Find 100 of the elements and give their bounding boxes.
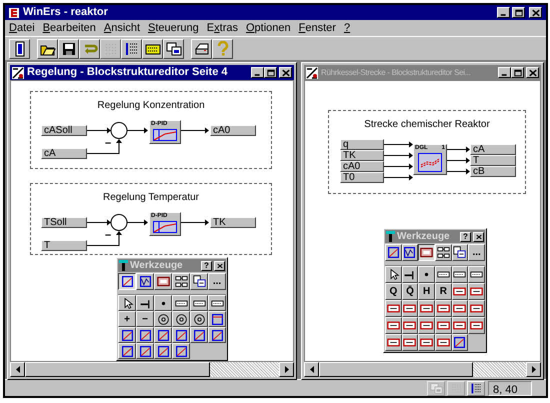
tool-button[interactable] bbox=[136, 295, 154, 311]
tool-button[interactable] bbox=[118, 295, 136, 311]
scroll-thumb[interactable] bbox=[25, 362, 210, 377]
tool-button[interactable] bbox=[402, 317, 418, 334]
tool-button[interactable] bbox=[468, 300, 485, 317]
maximize-button[interactable] bbox=[511, 67, 524, 78]
tool-button[interactable] bbox=[172, 327, 190, 343]
scroll-thumb[interactable] bbox=[319, 362, 474, 377]
tool-button[interactable] bbox=[402, 266, 418, 283]
tool-button[interactable] bbox=[418, 317, 435, 334]
tool-button[interactable] bbox=[385, 334, 402, 351]
toolbar-button[interactable] bbox=[142, 38, 163, 58]
tool-button[interactable] bbox=[118, 343, 136, 359]
tool-button[interactable] bbox=[136, 327, 154, 343]
tool-button[interactable] bbox=[452, 300, 468, 317]
close-button[interactable] bbox=[529, 7, 542, 18]
toolbar-button[interactable] bbox=[212, 38, 233, 58]
palette-tab[interactable] bbox=[418, 244, 435, 261]
toolbar-button[interactable] bbox=[163, 38, 184, 58]
tool-button[interactable] bbox=[434, 317, 452, 334]
toolbar-button[interactable] bbox=[79, 38, 100, 58]
close-button[interactable] bbox=[473, 232, 484, 242]
minimize-button[interactable] bbox=[498, 67, 511, 78]
minimize-button[interactable] bbox=[251, 67, 264, 78]
menu-item[interactable]: Extras bbox=[206, 20, 238, 36]
block-icon bbox=[420, 319, 434, 332]
maximize-button[interactable] bbox=[512, 7, 525, 18]
toolbar-button[interactable] bbox=[58, 38, 79, 58]
horizontal-scrollbar[interactable] bbox=[304, 362, 541, 377]
tool-button[interactable] bbox=[154, 327, 172, 343]
tool-button[interactable] bbox=[434, 266, 452, 283]
tool-button[interactable] bbox=[172, 295, 190, 311]
tool-button[interactable] bbox=[190, 311, 208, 327]
tool-button[interactable] bbox=[154, 311, 172, 327]
menu-item[interactable]: Steuerung bbox=[148, 20, 199, 36]
tool-button[interactable] bbox=[385, 266, 402, 283]
tool-button[interactable] bbox=[385, 317, 402, 334]
tool-button[interactable]: R bbox=[434, 283, 452, 300]
scroll-left-button[interactable] bbox=[304, 362, 319, 377]
tool-button[interactable] bbox=[190, 295, 208, 311]
palette-tab[interactable]: ... bbox=[468, 244, 485, 261]
scroll-right-button[interactable] bbox=[526, 362, 541, 377]
tool-button[interactable] bbox=[418, 300, 435, 317]
maximize-button[interactable] bbox=[264, 67, 277, 78]
tool-button[interactable] bbox=[208, 327, 226, 343]
tool-button[interactable] bbox=[452, 317, 468, 334]
toolbar-button[interactable] bbox=[191, 38, 212, 58]
tool-button[interactable] bbox=[418, 334, 435, 351]
menu-item[interactable]: Optionen bbox=[246, 20, 291, 36]
tool-button[interactable] bbox=[154, 343, 172, 359]
tool-button[interactable] bbox=[468, 266, 485, 283]
scroll-right-button[interactable] bbox=[279, 362, 294, 377]
tool-button[interactable] bbox=[468, 317, 485, 334]
tool-button[interactable] bbox=[208, 311, 226, 327]
connector-arrow bbox=[446, 146, 470, 152]
tool-button[interactable] bbox=[418, 266, 435, 283]
tool-button[interactable] bbox=[434, 300, 452, 317]
tool-button[interactable] bbox=[154, 295, 172, 311]
tool-button[interactable] bbox=[190, 327, 208, 343]
tool-button[interactable]: Q bbox=[385, 283, 402, 300]
close-button[interactable] bbox=[279, 67, 292, 78]
tool-button[interactable] bbox=[172, 343, 190, 359]
minimize-button[interactable] bbox=[497, 7, 510, 18]
tool-button[interactable] bbox=[452, 283, 468, 300]
horizontal-scrollbar[interactable] bbox=[10, 362, 294, 377]
step-response-icon bbox=[153, 221, 177, 233]
menu-item[interactable]: ? bbox=[344, 20, 350, 36]
tool-button[interactable] bbox=[402, 300, 418, 317]
tool-button[interactable] bbox=[385, 300, 402, 317]
tool-button[interactable] bbox=[452, 266, 468, 283]
help-button[interactable]: ? bbox=[460, 232, 471, 242]
menu-item[interactable]: Datei bbox=[9, 20, 35, 36]
menu-item[interactable]: Bearbeiten bbox=[42, 20, 96, 36]
tool-button[interactable] bbox=[402, 334, 418, 351]
close-button[interactable] bbox=[526, 67, 539, 78]
tool-button[interactable] bbox=[452, 334, 468, 351]
palette-tab[interactable]: ... bbox=[208, 273, 226, 290]
chart-icon bbox=[138, 328, 152, 342]
menu-item[interactable]: Ansicht bbox=[104, 20, 140, 36]
tool-button[interactable] bbox=[434, 334, 452, 351]
toolbar-button[interactable] bbox=[121, 38, 142, 58]
close-button[interactable] bbox=[214, 260, 225, 270]
tool-button[interactable] bbox=[118, 327, 136, 343]
scroll-left-button[interactable] bbox=[10, 362, 25, 377]
tool-button[interactable]: Q̄ bbox=[402, 283, 418, 300]
tool-button[interactable] bbox=[172, 311, 190, 327]
signal-output: cA0 bbox=[210, 125, 256, 136]
menu-item[interactable]: Fenster bbox=[298, 20, 336, 36]
help-button[interactable]: ? bbox=[201, 260, 212, 270]
tool-button[interactable] bbox=[136, 343, 154, 359]
status-button[interactable] bbox=[467, 380, 485, 396]
toolbar-button[interactable] bbox=[9, 38, 30, 58]
palette-tab[interactable] bbox=[118, 273, 136, 290]
tool-button[interactable] bbox=[208, 295, 226, 311]
signal-source: q bbox=[340, 139, 384, 150]
tool-button[interactable]: + bbox=[118, 311, 136, 327]
tool-button[interactable] bbox=[468, 283, 485, 300]
tool-button[interactable]: H bbox=[418, 283, 435, 300]
toolbar-button[interactable] bbox=[37, 38, 58, 58]
tool-button[interactable]: − bbox=[136, 311, 154, 327]
